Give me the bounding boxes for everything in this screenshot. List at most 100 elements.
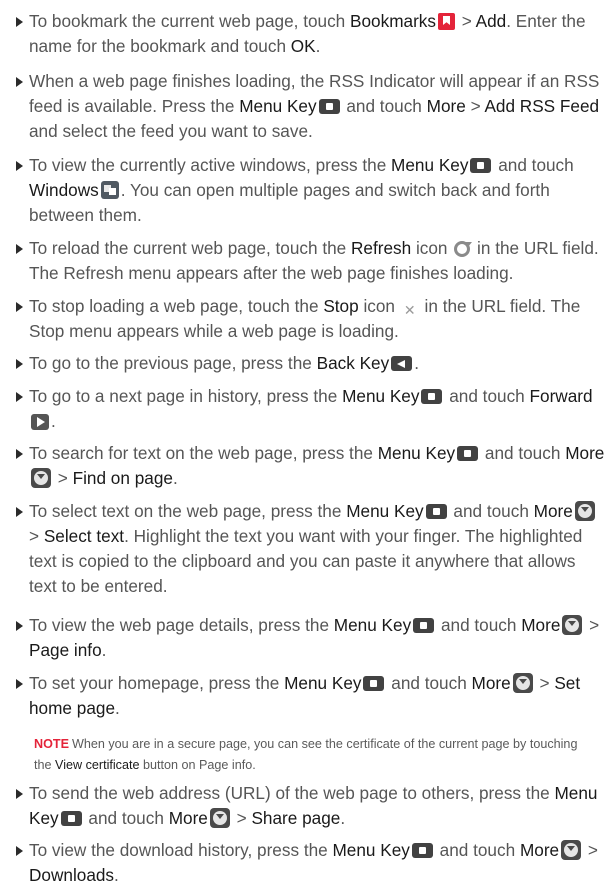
- key-term: Menu Key: [332, 840, 410, 860]
- key-term: More: [565, 443, 605, 463]
- bullet-arrow-icon: [16, 507, 23, 517]
- bullet-item-share: To send the web address (URL) of the web…: [15, 781, 607, 831]
- bullet-item-downloads: To view the download history, press the …: [15, 838, 607, 888]
- item-text: and touch: [448, 501, 534, 521]
- note-text: button on Page info.: [139, 758, 256, 772]
- item-text: To search for text on the web page, pres…: [29, 443, 378, 463]
- item-text: To stop loading a web page, touch the: [29, 296, 324, 316]
- key-term: Windows: [29, 180, 99, 200]
- item-text: .: [51, 411, 56, 431]
- item-text: >: [231, 808, 252, 828]
- key-term: Share page: [251, 808, 341, 828]
- key-term: OK: [290, 36, 316, 56]
- bullet-item-back: To go to the previous page, press the Ba…: [15, 351, 607, 376]
- back-key-icon: [391, 356, 413, 371]
- bullet-item-homepage: To set your homepage, press the Menu Key…: [15, 671, 607, 721]
- key-term: Menu Key: [391, 155, 469, 175]
- item-text: and select the feed you want to save.: [29, 121, 313, 141]
- key-term: More: [521, 615, 561, 635]
- refresh-icon: [454, 241, 473, 257]
- item-text: >: [534, 673, 555, 693]
- item-text: To view the web page details, press the: [29, 615, 334, 635]
- bullet-item-page-info: To view the web page details, press the …: [15, 613, 607, 663]
- bullet-item-bookmark: To bookmark the current web page, touch …: [15, 9, 607, 59]
- key-term: Add: [475, 11, 507, 31]
- manual-page: To bookmark the current web page, touch …: [0, 0, 612, 885]
- item-text: and touch: [83, 808, 169, 828]
- forward-icon: [31, 414, 49, 430]
- bullet-arrow-icon: [16, 846, 23, 856]
- menu-key-icon: [318, 99, 340, 114]
- menu-key-icon: [421, 389, 443, 404]
- bullet-arrow-icon: [16, 302, 23, 312]
- key-term: Page info: [29, 640, 102, 660]
- item-text: .: [414, 353, 419, 373]
- item-text: and touch: [341, 96, 427, 116]
- menu-key-icon: [413, 618, 435, 633]
- item-text: icon: [358, 296, 400, 316]
- item-text: To view the download history, press the: [29, 840, 333, 860]
- bullet-arrow-icon: [16, 244, 23, 254]
- key-term: Menu Key: [346, 501, 424, 521]
- bullet-arrow-icon: [16, 392, 23, 402]
- item-text: and touch: [436, 615, 522, 635]
- item-text: .: [315, 36, 321, 56]
- key-term: View certificate: [55, 758, 140, 772]
- bullet-arrow-icon: [16, 449, 23, 459]
- bullet-arrow-icon: [16, 621, 23, 631]
- item-text: and touch: [386, 673, 472, 693]
- menu-key-icon: [470, 158, 492, 173]
- key-term: Refresh: [351, 238, 412, 258]
- key-term: More: [519, 840, 560, 860]
- bullet-arrow-icon: [16, 679, 23, 689]
- note-label: NOTE: [34, 737, 69, 751]
- item-text: >: [29, 526, 44, 546]
- bullet-item-rss: When a web page finishes loading, the RS…: [15, 69, 607, 144]
- menu-key-icon: [411, 843, 433, 858]
- bullet-item-find: To search for text on the web page, pres…: [15, 441, 607, 491]
- windows-icon: [100, 181, 119, 199]
- item-text: >: [584, 615, 600, 635]
- key-term: Downloads: [29, 865, 115, 885]
- menu-key-icon: [60, 811, 82, 826]
- more-icon: [562, 615, 583, 635]
- item-text: >: [53, 468, 73, 488]
- menu-key-icon: [457, 446, 479, 461]
- bullet-item-select: To select text on the web page, press th…: [15, 499, 607, 599]
- item-text: and touch: [444, 386, 530, 406]
- bullet-arrow-icon: [16, 161, 23, 171]
- item-text: To send the web address (URL) of the web…: [29, 783, 555, 803]
- bullet-arrow-icon: [16, 77, 23, 87]
- key-term: Bookmarks: [350, 11, 436, 31]
- item-text: To set your homepage, press the: [29, 673, 285, 693]
- item-text: To reload the current web page, touch th…: [29, 238, 351, 258]
- bullet-arrow-icon: [16, 17, 23, 27]
- item-text: .: [101, 640, 107, 660]
- key-term: More: [471, 673, 511, 693]
- item-text: To view the currently active windows, pr…: [29, 155, 392, 175]
- item-text: .: [114, 865, 119, 885]
- bullet-arrow-icon: [16, 789, 23, 799]
- menu-key-icon: [425, 504, 447, 519]
- key-term: Menu Key: [377, 443, 456, 463]
- key-term: Menu Key: [284, 673, 362, 693]
- more-icon: [574, 501, 595, 521]
- item-text: To select text on the web page, press th…: [29, 501, 347, 521]
- key-term: More: [168, 808, 208, 828]
- key-term: Add RSS Feed: [484, 96, 600, 116]
- key-term: Menu Key: [342, 386, 420, 406]
- key-term: Menu Key: [333, 615, 412, 635]
- item-text: >: [456, 11, 476, 31]
- more-icon: [512, 673, 533, 693]
- bullet-arrow-icon: [16, 359, 23, 369]
- item-text: and touch: [493, 155, 574, 175]
- note-box: NOTE When you are in a secure page, you c…: [34, 734, 594, 776]
- bullet-item-refresh: To reload the current web page, touch th…: [15, 236, 607, 286]
- key-term: Select text: [43, 526, 125, 546]
- item-text: >: [583, 840, 598, 860]
- item-text: To go to a next page in history, press t…: [29, 386, 343, 406]
- key-term: Back Key: [316, 353, 390, 373]
- menu-key-icon: [363, 676, 385, 691]
- item-text: .: [115, 698, 120, 718]
- item-text: and touch: [434, 840, 520, 860]
